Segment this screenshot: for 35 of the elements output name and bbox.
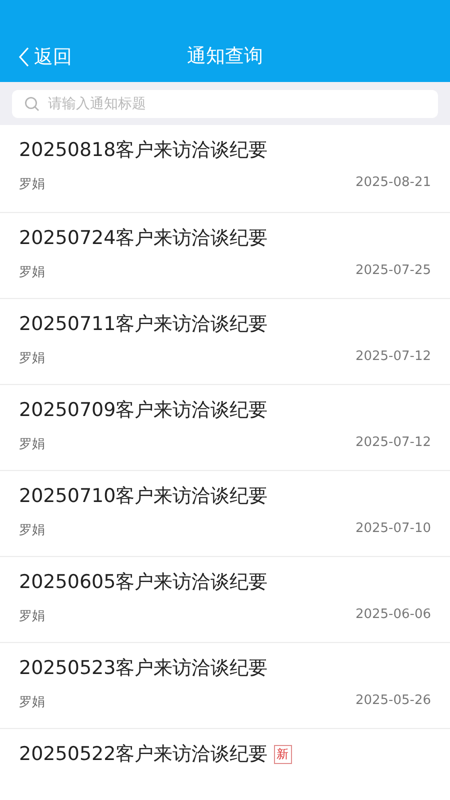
- notice-item[interactable]: 20250724客户来访洽谈纪要 罗娟 2025-07-25: [0, 213, 450, 299]
- notice-title: 20250523客户来访洽谈纪要: [19, 656, 268, 681]
- notice-item[interactable]: 20250522客户来访洽谈纪要 新: [0, 729, 450, 800]
- notice-date: 2025-06-06: [355, 607, 431, 624]
- author-name: 罗娟: [19, 436, 45, 453]
- notice-item[interactable]: 20250818客户来访洽谈纪要 罗娟 2025-08-21: [0, 125, 450, 213]
- author-name: 罗娟: [19, 608, 45, 625]
- notice-title: 20250522客户来访洽谈纪要: [19, 742, 268, 767]
- notice-title: 20250709客户来访洽谈纪要: [19, 398, 268, 423]
- search-field[interactable]: 请输入通知标题: [12, 90, 438, 118]
- author-name: 罗娟: [19, 176, 45, 193]
- author-name: 罗娟: [19, 264, 45, 281]
- notice-item[interactable]: 20250709客户来访洽谈纪要 罗娟 2025-07-12: [0, 385, 450, 471]
- notice-item[interactable]: 20250605客户来访洽谈纪要 罗娟 2025-06-06: [0, 557, 450, 643]
- notice-title: 20250711客户来访洽谈纪要: [19, 312, 268, 337]
- author-name: 罗娟: [19, 694, 45, 711]
- notice-item[interactable]: 20250523客户来访洽谈纪要 罗娟 2025-05-26: [0, 643, 450, 729]
- notice-date: 2025-07-25: [355, 263, 431, 280]
- author-name: 罗娟: [19, 350, 45, 367]
- notice-title: 20250605客户来访洽谈纪要: [19, 570, 268, 595]
- notice-title: 20250710客户来访洽谈纪要: [19, 484, 268, 509]
- page-title: 通知查询: [187, 44, 263, 69]
- notice-date: 2025-07-12: [355, 349, 431, 366]
- notice-title: 20250818客户来访洽谈纪要: [19, 138, 268, 163]
- new-badge: 新: [274, 744, 292, 764]
- notice-item[interactable]: 20250711客户来访洽谈纪要 罗娟 2025-07-12: [0, 299, 450, 385]
- notice-date: 2025-08-21: [355, 175, 431, 192]
- notice-date: 2025-07-10: [355, 521, 431, 538]
- notice-date: 2025-05-26: [355, 693, 431, 710]
- notice-title: 20250724客户来访洽谈纪要: [19, 226, 268, 251]
- search-icon: [24, 96, 40, 112]
- notice-item[interactable]: 20250710客户来访洽谈纪要 罗娟 2025-07-10: [0, 471, 450, 557]
- notice-date: 2025-07-12: [355, 435, 431, 452]
- back-icon: [18, 46, 30, 68]
- author-name: 罗娟: [19, 522, 45, 539]
